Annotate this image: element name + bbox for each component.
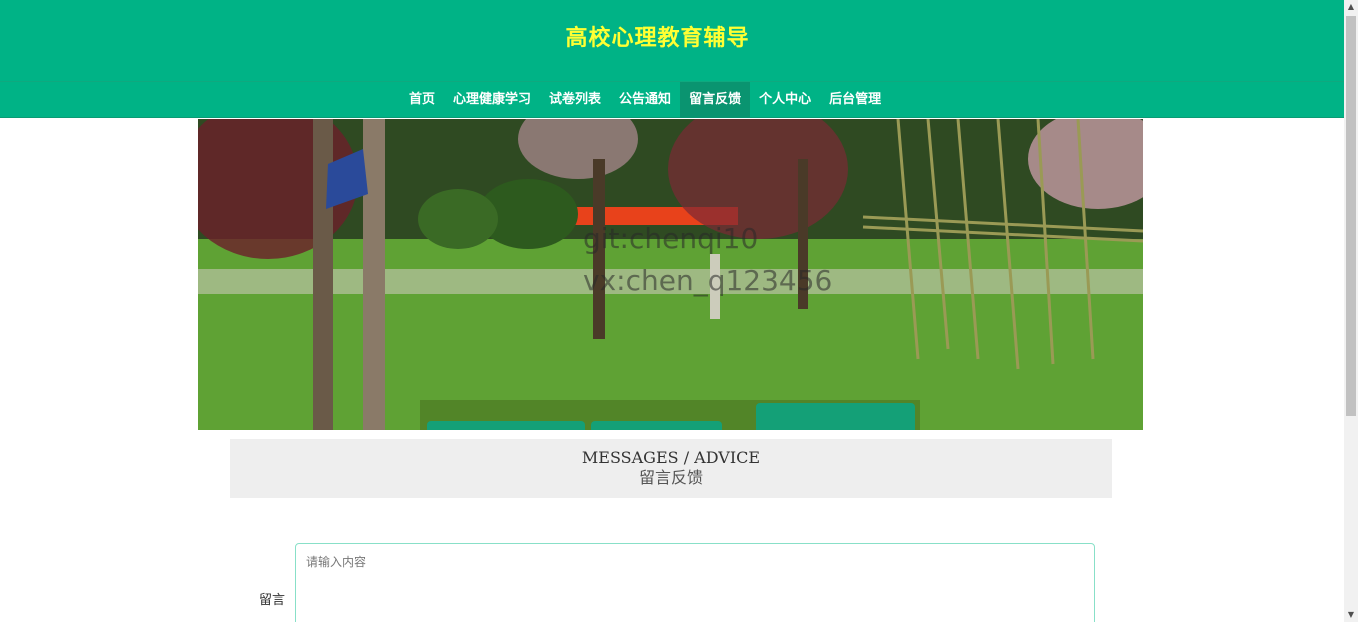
scroll-up-arrow-icon[interactable]: ▲ <box>1344 0 1358 14</box>
nav-item-admin[interactable]: 后台管理 <box>820 82 890 118</box>
page-scrollbar[interactable]: ▲ ▼ <box>1344 0 1358 622</box>
banner-tab-2[interactable] <box>591 421 722 430</box>
section-title-en: MESSAGES / ADVICE <box>581 448 761 467</box>
banner-watermark-1: git:chenqi10 <box>583 222 759 255</box>
nav-item-feedback[interactable]: 留言反馈 <box>680 82 751 118</box>
nav-item-home[interactable]: 首页 <box>400 82 444 118</box>
main-nav: 首页 心理健康学习 试卷列表 公告通知 留言反馈 个人中心 后台管理 <box>0 81 1344 118</box>
section-header: MESSAGES / ADVICE 留言反馈 <box>230 439 1112 498</box>
banner-tab-1[interactable] <box>427 421 585 430</box>
nav-item-exam-list[interactable]: 试卷列表 <box>540 82 610 118</box>
banner-image: git:chenqi10 vx:chen_q123456 <box>198 119 1143 430</box>
nav-item-profile[interactable]: 个人中心 <box>750 82 820 118</box>
scroll-down-arrow-icon[interactable]: ▼ <box>1344 608 1358 622</box>
message-label: 留言 <box>259 593 286 608</box>
nav-item-mental-health-study[interactable]: 心理健康学习 <box>444 82 540 118</box>
page: 高校心理教育辅导 首页 心理健康学习 试卷列表 公告通知 留言反馈 个人中心 后… <box>0 0 1358 622</box>
site-title: 高校心理教育辅导 <box>565 26 750 51</box>
message-input[interactable] <box>295 543 1095 622</box>
site-header: 高校心理教育辅导 <box>0 0 1344 81</box>
nav-item-announcements[interactable]: 公告通知 <box>610 82 680 118</box>
banner-watermark-2: vx:chen_q123456 <box>583 264 833 297</box>
scroll-thumb[interactable] <box>1346 16 1356 416</box>
banner-tab-3[interactable] <box>756 403 915 430</box>
nav-items: 首页 心理健康学习 试卷列表 公告通知 留言反馈 个人中心 后台管理 <box>400 82 890 118</box>
section-title-cn: 留言反馈 <box>638 468 703 487</box>
